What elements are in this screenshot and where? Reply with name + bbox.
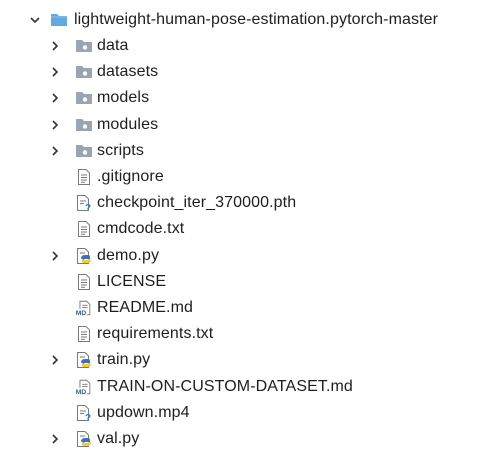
tree-item-label: data <box>97 37 129 54</box>
unknown-file-icon: ? <box>75 194 93 212</box>
tree-item[interactable]: models <box>0 85 489 111</box>
tree-item[interactable]: train.py <box>0 347 489 373</box>
tree-item-label: val.py <box>97 430 140 447</box>
markdown-file-icon: MD <box>75 378 93 396</box>
tree-item[interactable]: modules <box>0 112 489 138</box>
tree-item-label: demo.py <box>97 246 160 264</box>
tree-item[interactable]: datasets <box>0 59 489 85</box>
tree-item-label: scripts <box>97 141 144 159</box>
tree-item[interactable]: scripts <box>0 138 489 164</box>
chevron-right-icon[interactable] <box>47 64 63 80</box>
chevron-right-icon[interactable] <box>47 117 63 133</box>
tree-item[interactable]: data <box>0 33 489 59</box>
project-file-tree: lightweight-human-pose-estimation.pytorc… <box>0 0 489 454</box>
tree-item-label: checkpoint_iter_370000.pth <box>97 194 297 212</box>
tree-item-label: datasets <box>97 63 159 81</box>
tree-item[interactable]: .gitignore <box>0 164 489 190</box>
chevron-down-icon[interactable] <box>27 12 43 28</box>
tree-item[interactable]: demo.py <box>0 243 489 269</box>
svg-text:MD: MD <box>76 310 87 317</box>
python-file-icon <box>75 247 93 265</box>
tree-item-label: README.md <box>97 299 194 316</box>
tree-item[interactable]: LICENSE <box>0 269 489 295</box>
tree-item-label: TRAIN-ON-CUSTOM-DATASET.md <box>97 377 353 395</box>
tree-root-row[interactable]: lightweight-human-pose-estimation.pytorc… <box>0 7 489 33</box>
text-file-icon <box>75 220 93 238</box>
tree-item-label: requirements.txt <box>97 325 214 343</box>
tree-item-label: .gitignore <box>97 168 164 185</box>
text-file-icon <box>75 273 93 291</box>
tree-item-label: models <box>97 89 150 107</box>
python-file-icon <box>75 430 93 448</box>
chevron-right-icon[interactable] <box>47 248 63 264</box>
tree-item[interactable]: requirements.txt <box>0 321 489 347</box>
text-file-icon <box>75 168 93 186</box>
svg-text:?: ? <box>85 203 91 212</box>
tree-item[interactable]: val.py <box>0 426 489 452</box>
tree-item-label: modules <box>97 115 159 133</box>
chevron-right-icon[interactable] <box>47 431 63 447</box>
chevron-right-icon[interactable] <box>47 143 63 159</box>
chevron-right-icon[interactable] <box>47 90 63 106</box>
folder-icon <box>75 63 93 81</box>
tree-item[interactable]: MD TRAIN-ON-CUSTOM-DATASET.md <box>0 374 489 400</box>
text-file-icon <box>75 325 93 343</box>
markdown-file-icon: MD <box>75 299 93 317</box>
tree-item[interactable]: ? updown.mp4 <box>0 400 489 426</box>
python-file-icon <box>75 351 93 369</box>
folder-open-icon <box>50 11 68 29</box>
chevron-right-icon[interactable] <box>47 352 63 368</box>
folder-icon <box>75 142 93 160</box>
svg-text:?: ? <box>85 413 91 422</box>
svg-text:MD: MD <box>76 389 87 396</box>
folder-icon <box>75 89 93 107</box>
folder-icon <box>75 37 93 55</box>
tree-item-label: train.py <box>97 351 151 369</box>
chevron-right-icon[interactable] <box>47 38 63 54</box>
tree-root-label: lightweight-human-pose-estimation.pytorc… <box>74 11 439 28</box>
tree-item[interactable]: cmdcode.txt <box>0 216 489 242</box>
folder-icon <box>75 116 93 134</box>
tree-item-label: cmdcode.txt <box>97 220 185 238</box>
tree-item[interactable]: ? checkpoint_iter_370000.pth <box>0 190 489 216</box>
tree-item-label: LICENSE <box>97 272 167 290</box>
tree-item-label: updown.mp4 <box>97 403 190 421</box>
tree-item[interactable]: MD README.md <box>0 295 489 321</box>
unknown-file-icon: ? <box>75 404 93 422</box>
